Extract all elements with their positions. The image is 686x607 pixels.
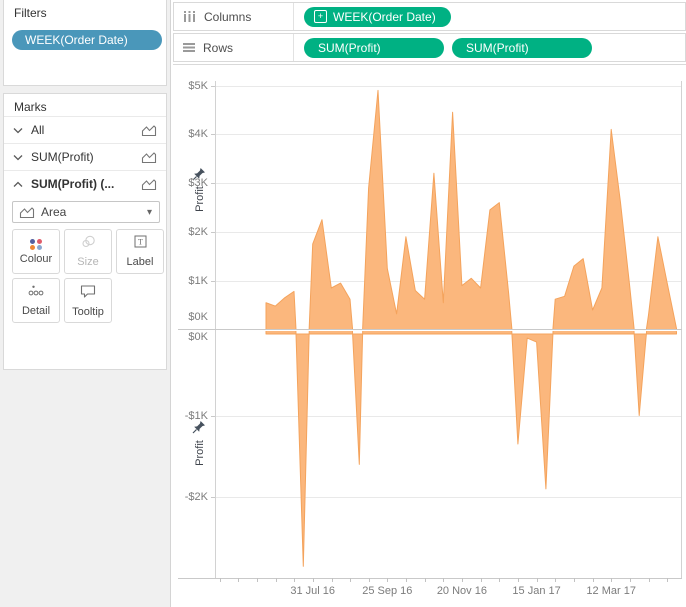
- expand-plus-icon[interactable]: +: [314, 10, 327, 23]
- marks-row-label: All: [31, 123, 141, 137]
- area-mark-icon: [141, 124, 157, 137]
- colour-button[interactable]: Colour: [12, 229, 60, 274]
- detail-button-label: Detail: [22, 305, 50, 317]
- chart-view[interactable]: Profit Profit $5K$4K$3K$2K$1K$0K$0K-$1K-…: [173, 64, 686, 607]
- area-mark-icon: [141, 178, 157, 191]
- detail-icon: [28, 284, 44, 302]
- area-mark-icon: [19, 206, 35, 219]
- chevron-down-icon[interactable]: [13, 154, 25, 161]
- colour-icon: [30, 239, 43, 250]
- profit-area-chart[interactable]: [173, 65, 686, 607]
- left-panel: Filters WEEK(Order Date) Marks All: [0, 0, 171, 607]
- marks-row-sum-profit-2[interactable]: SUM(Profit) (...: [4, 170, 166, 197]
- marks-row-label: SUM(Profit): [31, 150, 141, 164]
- mark-type-value: Area: [41, 205, 147, 219]
- chevron-down-icon: ▾: [147, 207, 152, 218]
- label-button[interactable]: T Label: [116, 229, 164, 274]
- marks-row-all[interactable]: All: [4, 116, 166, 143]
- columns-icon: [183, 11, 196, 22]
- filters-title: Filters: [14, 6, 47, 20]
- profit-area-top-panel[interactable]: [266, 90, 677, 468]
- rows-pill-sum-profit-2[interactable]: SUM(Profit): [452, 38, 592, 58]
- marks-row-sum-profit-1[interactable]: SUM(Profit): [4, 143, 166, 170]
- filters-card: Filters WEEK(Order Date): [3, 0, 167, 86]
- columns-shelf-label: Columns: [204, 10, 251, 24]
- rows-pill-sum-profit-1[interactable]: SUM(Profit): [304, 38, 444, 58]
- rows-pill-label: SUM(Profit): [318, 41, 381, 55]
- size-button-label: Size: [77, 256, 98, 268]
- mark-type-dropdown[interactable]: Area ▾: [12, 201, 160, 223]
- rows-pill-label: SUM(Profit): [466, 41, 529, 55]
- rows-shelf[interactable]: Rows SUM(Profit) SUM(Profit): [173, 33, 686, 62]
- marks-row-label: SUM(Profit) (...: [31, 177, 141, 191]
- tooltip-icon: [80, 284, 96, 303]
- detail-button[interactable]: Detail: [12, 278, 60, 323]
- marks-card: Marks All SUM(Profit): [3, 93, 167, 370]
- rows-icon: [183, 42, 195, 53]
- tooltip-button-label: Tooltip: [72, 306, 104, 318]
- svg-text:T: T: [138, 238, 143, 247]
- label-icon: T: [134, 235, 147, 253]
- columns-shelf[interactable]: Columns + WEEK(Order Date): [173, 2, 686, 31]
- columns-pill-week-order-date[interactable]: + WEEK(Order Date): [304, 7, 451, 27]
- chevron-down-icon[interactable]: [13, 127, 25, 134]
- rows-shelf-label-zone: Rows: [174, 34, 294, 61]
- chevron-up-icon[interactable]: [13, 181, 25, 188]
- columns-pill-label: WEEK(Order Date): [333, 10, 436, 24]
- filter-pill-week-order-date[interactable]: WEEK(Order Date): [12, 30, 162, 50]
- rows-shelf-label: Rows: [203, 41, 233, 55]
- area-mark-icon: [141, 151, 157, 164]
- label-button-label: Label: [127, 256, 154, 268]
- tooltip-button[interactable]: Tooltip: [64, 278, 112, 323]
- filter-pill-label: WEEK(Order Date): [25, 33, 128, 47]
- colour-button-label: Colour: [20, 253, 52, 265]
- marks-title: Marks: [14, 100, 47, 114]
- size-button: Size: [64, 229, 112, 274]
- columns-shelf-label-zone: Columns: [174, 3, 294, 30]
- size-icon: [81, 235, 96, 253]
